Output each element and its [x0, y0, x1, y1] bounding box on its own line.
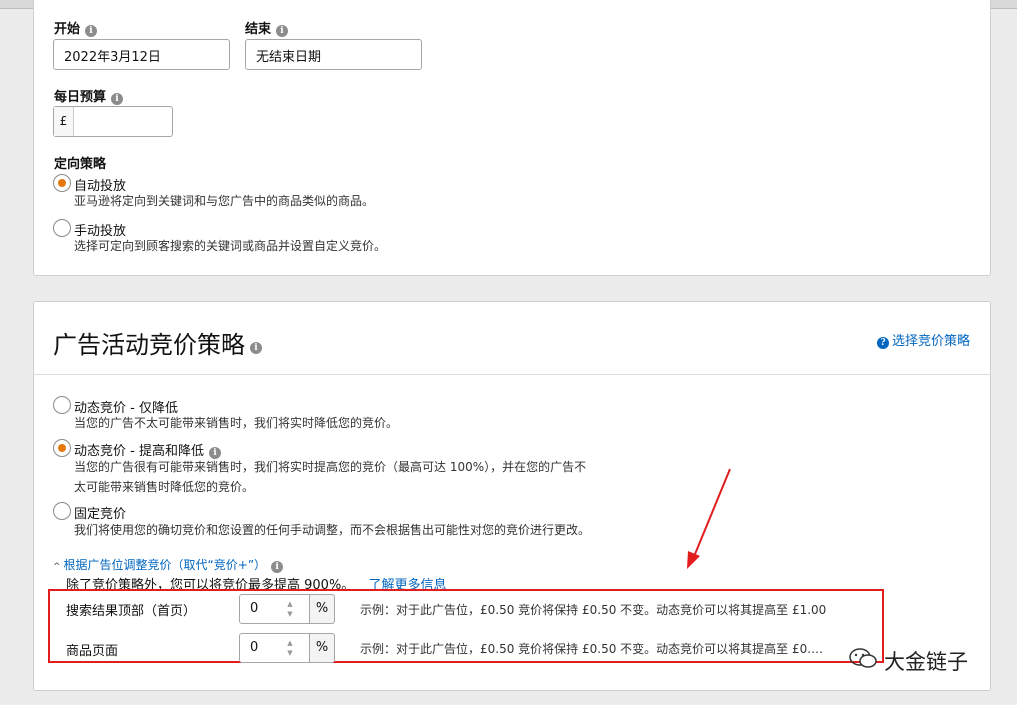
dynamic-up-down-desc-line2: 太可能带来销售时降低您的竞价。 — [74, 480, 255, 494]
wechat-icon — [848, 647, 878, 669]
radio-dynamic-down-only[interactable] — [53, 396, 71, 414]
divider — [34, 374, 990, 375]
stepper-icon[interactable]: ▲ ▼ — [283, 638, 297, 658]
radio-fixed-bids[interactable] — [53, 502, 71, 520]
targeting-label: 定向策略 — [54, 157, 107, 172]
dynamic-down-only-desc: 当您的广告不太可能带来销售时，我们将实时降低您的竞价。 — [74, 416, 399, 430]
bidding-title: 广告活动竞价策略 i — [53, 325, 262, 360]
help-icon: ? — [877, 337, 889, 349]
currency-prefix: £ — [54, 107, 74, 136]
product-pages-example: 示例：对于此广告位，£0.50 竞价将保持 £0.50 不变。动态竞价可以将其提… — [360, 642, 824, 656]
info-icon[interactable]: i — [250, 342, 262, 354]
percent-suffix: % — [310, 594, 335, 624]
radio-manual-targeting[interactable] — [53, 219, 71, 237]
info-icon[interactable]: i — [111, 93, 124, 105]
stepper-icon[interactable]: ▲ ▼ — [283, 599, 297, 619]
start-date-field[interactable]: 2022年3月12日 — [53, 39, 230, 70]
info-icon[interactable]: i — [271, 561, 284, 573]
annotation-arrow-icon — [687, 468, 731, 569]
chevron-up-icon: ^ — [53, 562, 61, 572]
auto-targeting-desc: 亚马逊将定向到关键词和与您广告中的商品类似的商品。 — [74, 194, 375, 208]
placement-label-product-pages: 商品页面 — [66, 644, 119, 659]
top-of-search-example: 示例：对于此广告位，£0.50 竞价将保持 £0.50 不变。动态竞价可以将其提… — [360, 603, 827, 617]
daily-budget-label: 每日预算 i — [54, 86, 124, 105]
info-icon[interactable]: i — [276, 25, 289, 37]
manual-targeting-desc: 选择可定向到顾客搜索的关键词或商品并设置自定义竞价。 — [74, 239, 387, 253]
radio-dynamic-up-down[interactable] — [53, 439, 71, 457]
watermark-text: 大金链子 — [884, 650, 968, 674]
top-of-search-percent-input[interactable]: 0 — [239, 594, 310, 624]
radio-auto-targeting[interactable] — [53, 174, 71, 192]
daily-budget-field[interactable]: £ — [53, 106, 173, 137]
end-date-field[interactable]: 无结束日期 — [245, 39, 422, 70]
info-icon[interactable]: i — [85, 25, 98, 37]
percent-suffix: % — [310, 633, 335, 663]
end-label: 结束 i — [245, 18, 289, 37]
placement-label-top-of-search: 搜索结果顶部（首页） — [66, 604, 197, 619]
dynamic-up-down-desc-line1: 当您的广告很有可能带来销售时，我们将实时提高您的竞价（最高可达 100%），并在… — [74, 460, 587, 474]
start-label: 开始 i — [54, 18, 98, 37]
fixed-bids-desc: 我们将使用您的确切竞价和您设置的任何手动调整，而不会根据售出可能性对您的竞价进行… — [74, 523, 591, 537]
choose-bidding-strategy-link[interactable]: ? 选择竞价策略 — [877, 330, 970, 349]
placement-adjust-toggle[interactable]: ^ 根据广告位调整竞价（取代“竞价+”） i — [53, 556, 284, 573]
product-pages-percent-input[interactable]: 0 — [239, 633, 310, 663]
